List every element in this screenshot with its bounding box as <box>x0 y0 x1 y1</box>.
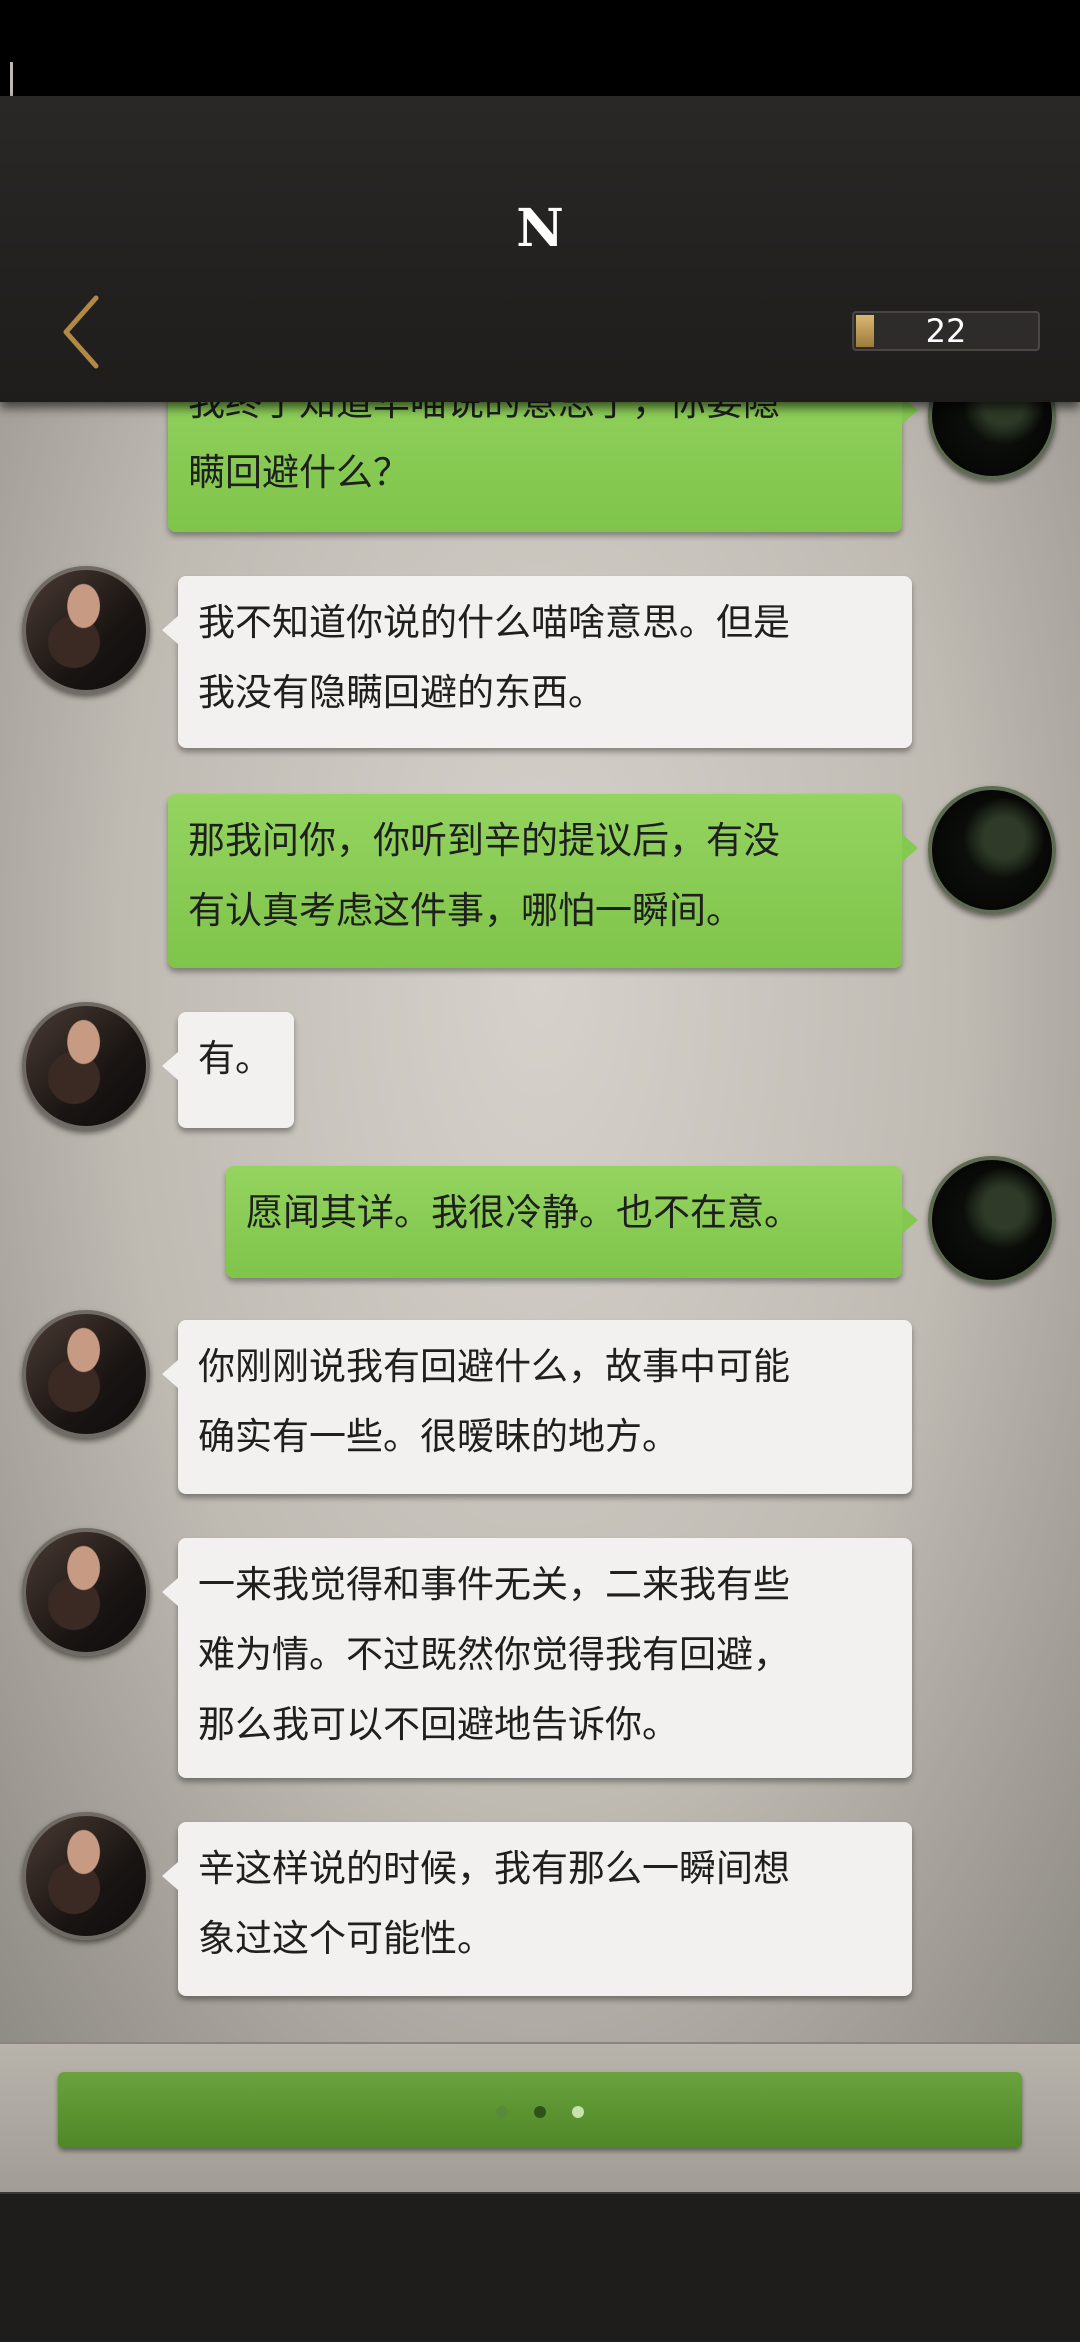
message-line: 那么我可以不回避地告诉你。 <box>198 1703 679 1746</box>
back-chevron-icon[interactable] <box>56 292 116 372</box>
message-line: 有认真考虑这件事，哪怕一瞬间。 <box>188 889 743 932</box>
chat-title: N <box>516 198 564 259</box>
message-line: 我不知道你说的什么喵啥意思。但是 <box>198 601 790 644</box>
my-avatar[interactable] <box>928 402 1056 480</box>
message-bubble-sent: 那我问你，你听到辛的提议后，有没 有认真考虑这件事，哪怕一瞬间。 <box>168 794 918 968</box>
my-avatar[interactable] <box>928 1156 1056 1284</box>
message-line: 确实有一些。很暧昧的地方。 <box>198 1415 679 1458</box>
contact-avatar[interactable] <box>22 1002 150 1130</box>
message-bubble-received: 有。 <box>162 1012 294 1128</box>
message-bubble-sent: 愿闻其详。我很冷静。也不在意。 <box>226 1166 918 1278</box>
message-line: 那我问你，你听到辛的提议后，有没 <box>188 819 780 862</box>
continue-button[interactable] <box>58 2072 1022 2148</box>
contact-avatar[interactable] <box>22 566 150 694</box>
chat-area[interactable]: 我终于知道华喵说的意思了，你要隐 瞒回避什么？ 我不知道你说的什么喵啥意思。但是… <box>0 402 1080 2042</box>
message-line: 有。 <box>198 1037 272 1080</box>
message-line: 瞒回避什么？ <box>188 451 410 494</box>
status-bar <box>0 0 1080 150</box>
message-bubble-received: 我不知道你说的什么喵啥意思。但是 我没有隐瞒回避的东西。 <box>162 576 912 748</box>
typing-dot <box>496 2106 508 2118</box>
message-line: 象过这个可能性。 <box>198 1917 494 1960</box>
contact-avatar[interactable] <box>22 1812 150 1940</box>
typing-dot <box>572 2106 584 2118</box>
typing-dot <box>534 2106 546 2118</box>
bottom-bar <box>0 2192 1080 2342</box>
message-line: 你刚刚说我有回避什么，故事中可能 <box>198 1345 790 1388</box>
contact-avatar[interactable] <box>22 1528 150 1656</box>
my-avatar[interactable] <box>928 786 1056 914</box>
energy-counter: 22 <box>852 311 1040 351</box>
top-bar: N 22 <box>0 96 1080 402</box>
message-line: 我没有隐瞒回避的东西。 <box>198 671 605 714</box>
message-line: 愿闻其详。我很冷静。也不在意。 <box>246 1191 801 1234</box>
message-bubble-received: 一来我觉得和事件无关，二来我有些 难为情。不过既然你觉得我有回避， 那么我可以不… <box>162 1538 912 1778</box>
message-bubble-received: 你刚刚说我有回避什么，故事中可能 确实有一些。很暧昧的地方。 <box>162 1320 912 1494</box>
message-line: 一来我觉得和事件无关，二来我有些 <box>198 1563 790 1606</box>
message-bubble-sent: 我终于知道华喵说的意思了，你要隐 瞒回避什么？ <box>168 402 918 532</box>
message-line: 我终于知道华喵说的意思了，你要隐 <box>188 402 780 424</box>
message-bubble-received: 辛这样说的时候，我有那么一瞬间想 象过这个可能性。 <box>162 1822 912 1996</box>
reply-panel <box>0 2042 1080 2194</box>
message-line: 辛这样说的时候，我有那么一瞬间想 <box>198 1847 790 1890</box>
contact-avatar[interactable] <box>22 1310 150 1438</box>
energy-count: 22 <box>925 312 967 350</box>
message-line: 难为情。不过既然你觉得我有回避， <box>198 1633 790 1676</box>
